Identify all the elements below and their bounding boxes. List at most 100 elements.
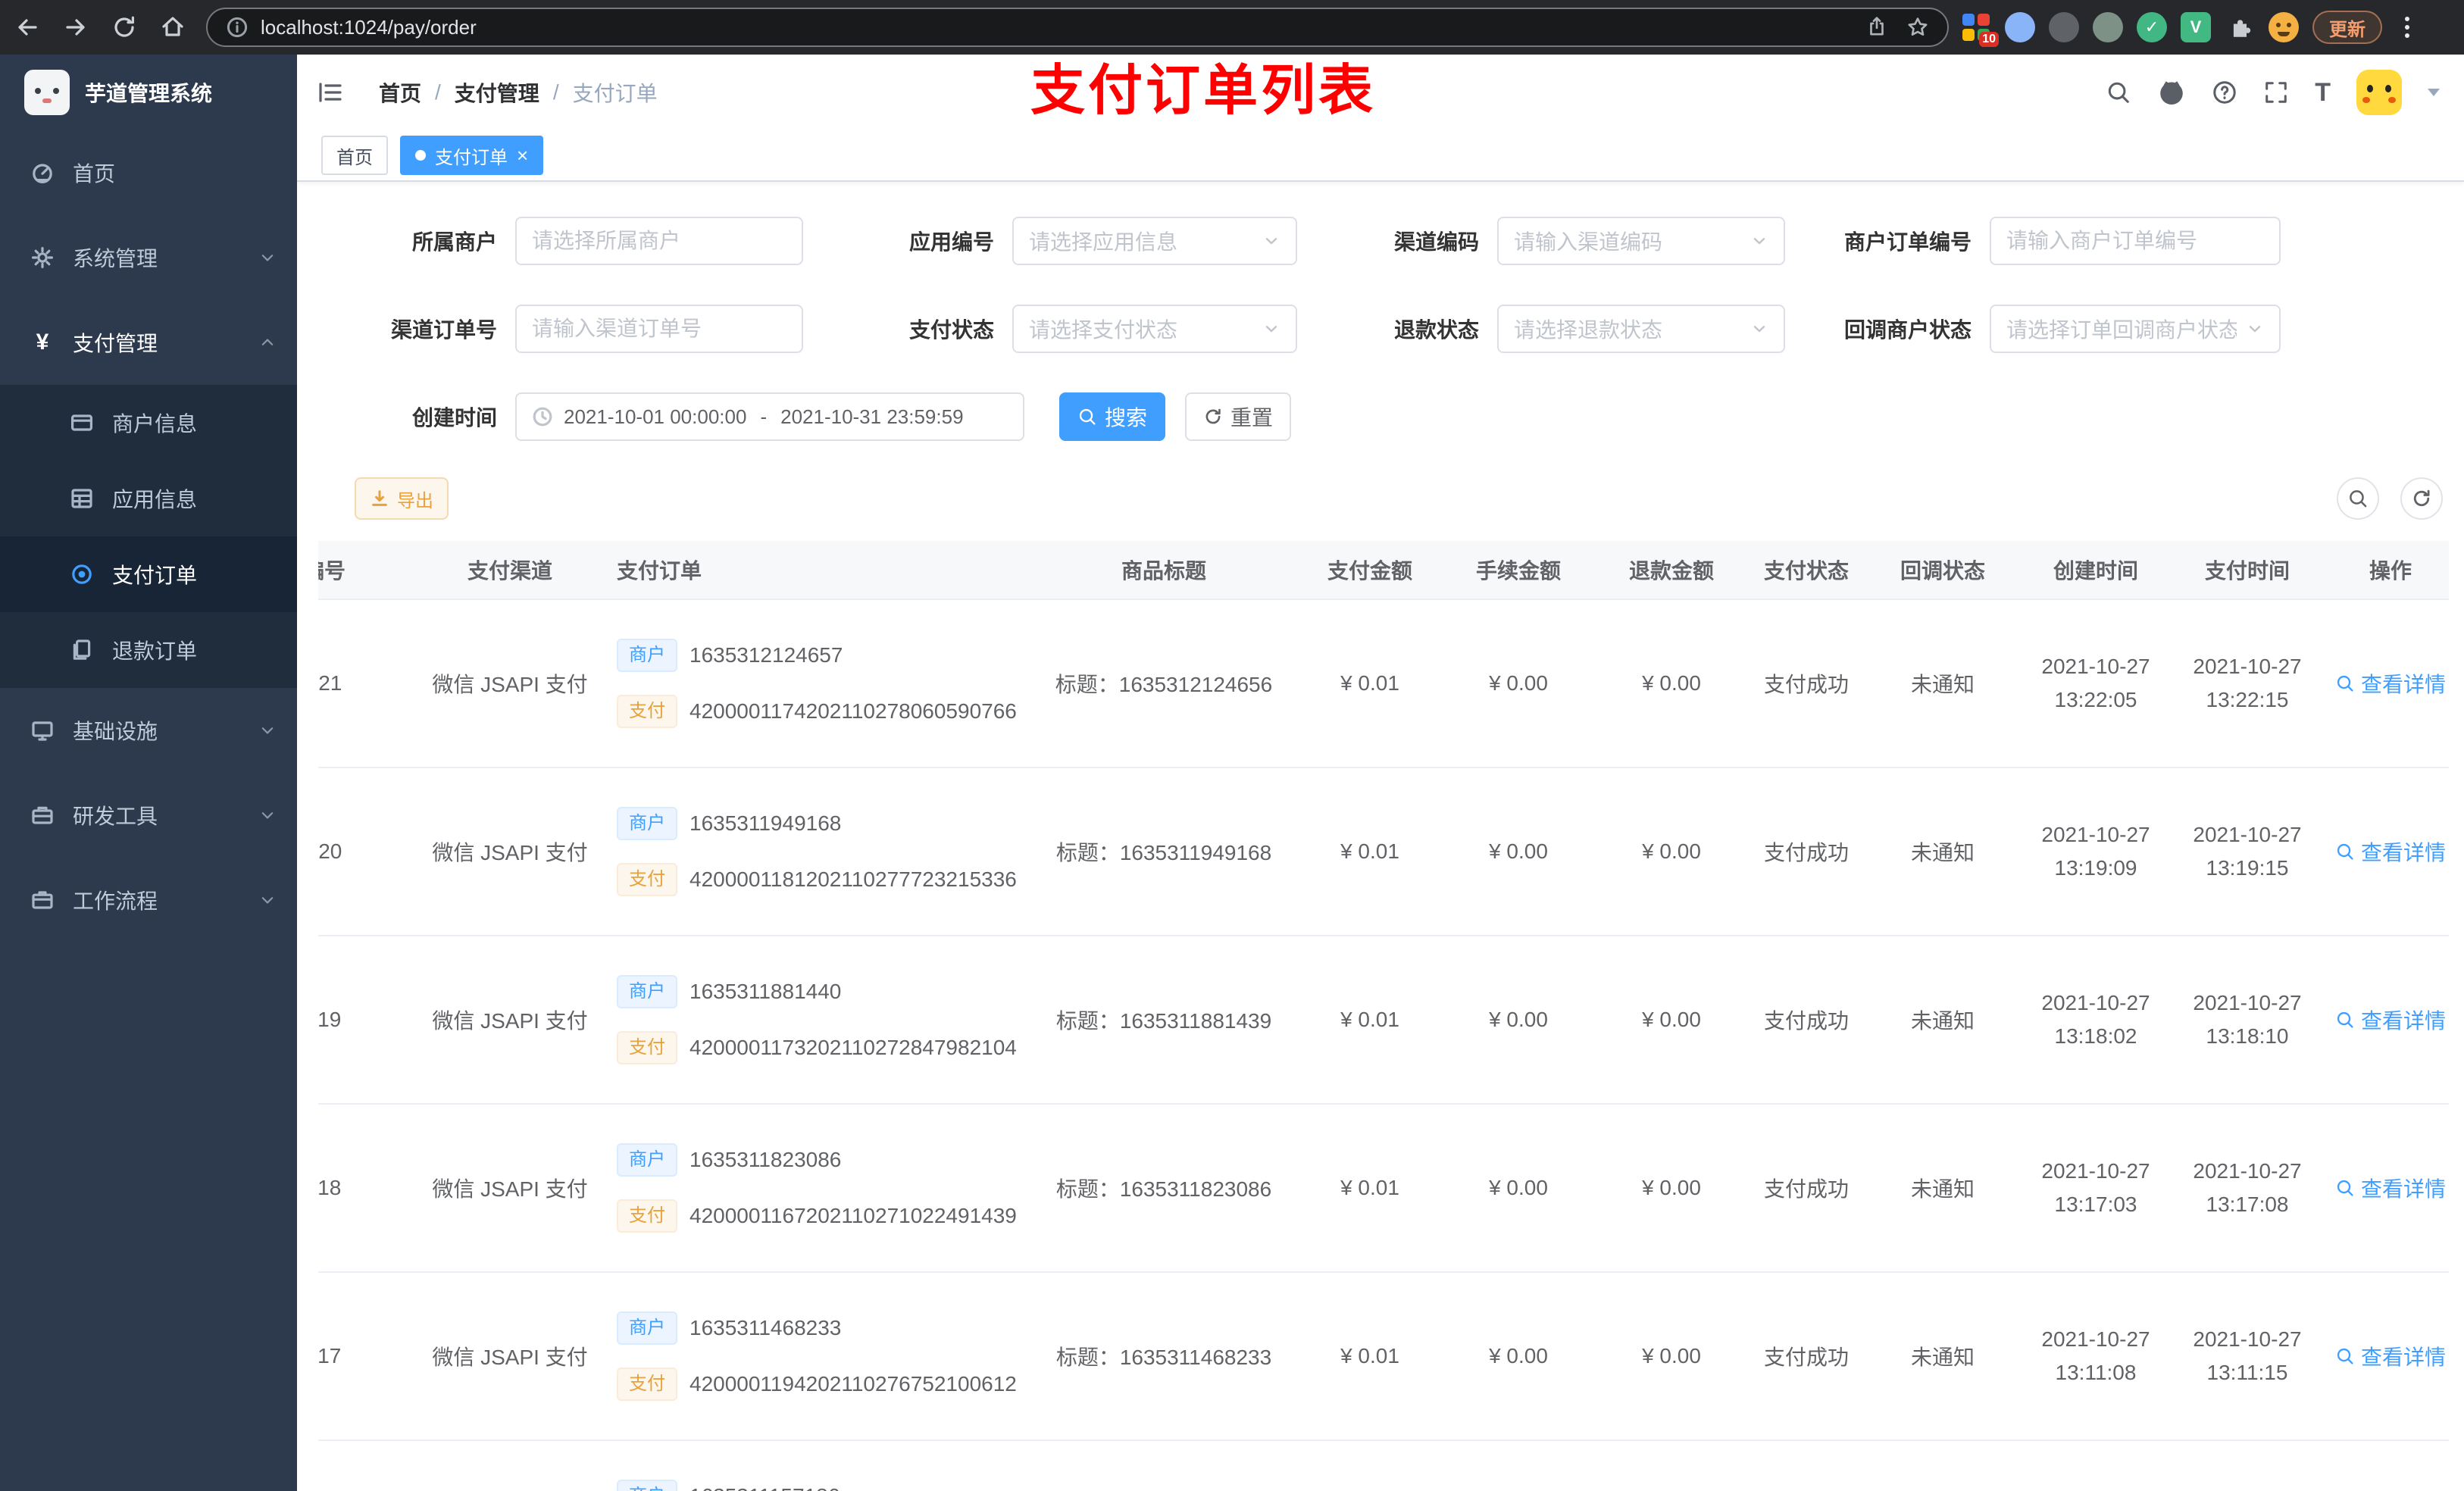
sidebar-item-app-info[interactable]: 应用信息 bbox=[0, 461, 297, 536]
view-detail-link[interactable]: 查看详情 bbox=[2335, 1341, 2446, 1371]
merchant-input[interactable] bbox=[515, 217, 803, 265]
breadcrumb-pay-management[interactable]: 支付管理 bbox=[455, 77, 539, 108]
tab-pay-order[interactable]: 支付订单 × bbox=[400, 136, 544, 175]
document-copy-icon bbox=[70, 638, 94, 662]
sidebar-item-infrastructure[interactable]: 基础设施 bbox=[0, 688, 297, 773]
merchant-order-input[interactable] bbox=[1990, 217, 2281, 265]
chevron-down-icon bbox=[259, 807, 276, 824]
channel-code-select[interactable]: 请输入渠道编码 bbox=[1497, 217, 1785, 265]
share-icon[interactable] bbox=[1865, 16, 1888, 39]
cell-channel: 微信 JSAPI 支付 bbox=[432, 1346, 588, 1369]
chevron-down-icon bbox=[1750, 232, 1768, 250]
pay-status-select[interactable]: 请选择支付状态 bbox=[1012, 305, 1297, 353]
app-logo bbox=[24, 70, 70, 115]
cell-channel: 微信 JSAPI 支付 bbox=[432, 841, 588, 864]
sidebar-item-home[interactable]: 首页 bbox=[0, 130, 297, 215]
filter-merchant: 所属商户 bbox=[315, 217, 803, 265]
avatar-caret-icon[interactable] bbox=[2428, 89, 2440, 96]
reset-button[interactable]: 重置 bbox=[1185, 392, 1291, 441]
browser-menu-icon[interactable] bbox=[2396, 17, 2419, 38]
cell-amount: ¥ 0.01 bbox=[1340, 1344, 1399, 1368]
sidebar-item-dev-tools[interactable]: 研发工具 bbox=[0, 773, 297, 858]
cell-refund: ¥ 0.00 bbox=[1642, 1008, 1701, 1031]
extension-badge: 10 bbox=[1979, 32, 1999, 47]
bookmark-star-icon[interactable] bbox=[1906, 16, 1929, 39]
extension-icon-vue-devtools[interactable]: ✓ bbox=[2137, 12, 2167, 42]
tab-home[interactable]: 首页 bbox=[321, 136, 388, 175]
pay-tag: 支付 bbox=[617, 1031, 677, 1064]
sidebar-item-merchant-info[interactable]: 商户信息 bbox=[0, 385, 297, 461]
cell-channel: 微信 JSAPI 支付 bbox=[432, 1177, 588, 1201]
cell-fee: ¥ 0.00 bbox=[1489, 1008, 1548, 1031]
date-range-picker[interactable]: 2021-10-01 00:00:00 - 2021-10-31 23:59:5… bbox=[515, 392, 1024, 441]
view-detail-link[interactable]: 查看详情 bbox=[2335, 668, 2446, 699]
extension-icon-colorgrid[interactable]: 10 bbox=[1961, 12, 1999, 47]
chevron-down-icon bbox=[259, 249, 276, 266]
browser-update-button[interactable]: 更新 bbox=[2312, 11, 2382, 44]
cell-pay-time: 2021-10-27 13:18:10 bbox=[2193, 991, 2302, 1048]
search-button[interactable]: 搜索 bbox=[1059, 392, 1165, 441]
browser-reload-button[interactable] bbox=[103, 6, 145, 48]
cell-action: 查看详情 bbox=[2315, 836, 2449, 867]
navbar-actions: T bbox=[2106, 70, 2464, 115]
cell-status: 支付成功 bbox=[1763, 841, 1849, 864]
cell-pay-time: 2021-10-27 13:19:15 bbox=[2193, 823, 2302, 880]
user-avatar[interactable] bbox=[2356, 70, 2402, 115]
site-info-icon[interactable] bbox=[226, 16, 249, 39]
sidebar-item-workflow[interactable]: 工作流程 bbox=[0, 858, 297, 942]
filter-pay-status: 支付状态 请选择支付状态 bbox=[812, 305, 1297, 353]
view-detail-link[interactable]: 查看详情 bbox=[2335, 1173, 2446, 1203]
cell-status: 支付成功 bbox=[1763, 1346, 1849, 1369]
sidebar-item-pay-management[interactable]: ¥ 支付管理 bbox=[0, 300, 297, 385]
top-navbar: 首页 / 支付管理 / 支付订单 T bbox=[297, 55, 2464, 130]
col-pay-time: 支付时间 bbox=[2204, 559, 2290, 583]
red-annotation-text: 支付订单列表 bbox=[1030, 61, 1377, 121]
breadcrumb-home[interactable]: 首页 bbox=[379, 77, 421, 108]
cell-status: 支付成功 bbox=[1763, 1009, 1849, 1033]
cell-fee: ¥ 0.00 bbox=[1489, 1176, 1548, 1199]
github-icon[interactable] bbox=[2157, 78, 2186, 107]
cell-refund: ¥ 0.00 bbox=[1642, 1176, 1701, 1199]
profile-avatar-icon[interactable] bbox=[2269, 12, 2299, 42]
fullscreen-icon[interactable] bbox=[2263, 80, 2289, 105]
tab-close-icon[interactable]: × bbox=[517, 145, 528, 165]
app-select[interactable]: 请选择应用信息 bbox=[1012, 217, 1297, 265]
channel-order-input[interactable] bbox=[515, 305, 803, 353]
refresh-table-button[interactable] bbox=[2400, 477, 2443, 520]
browser-home-button[interactable] bbox=[152, 6, 194, 48]
cell-notify: 未通知 bbox=[1910, 673, 1975, 696]
sidebar-item-pay-order[interactable]: 支付订单 bbox=[0, 536, 297, 612]
sidebar-item-refund-order[interactable]: 退款订单 bbox=[0, 612, 297, 688]
view-detail-link[interactable]: 查看详情 bbox=[2335, 836, 2446, 867]
browser-forward-button[interactable] bbox=[55, 6, 97, 48]
font-size-icon[interactable]: T bbox=[2315, 78, 2331, 108]
cell-fee: ¥ 0.00 bbox=[1489, 1344, 1548, 1368]
date-start-value: 2021-10-01 00:00:00 bbox=[564, 405, 747, 428]
url-text: localhost:1024/pay/order bbox=[261, 15, 477, 39]
cell-create-time: 2021-10-27 13:18:02 bbox=[2041, 991, 2150, 1048]
export-button[interactable]: 导出 bbox=[355, 477, 449, 520]
extension-icon-slate[interactable] bbox=[2093, 12, 2123, 42]
monitor-icon bbox=[30, 718, 55, 742]
notify-status-select[interactable]: 请选择订单回调商户状态 bbox=[1990, 305, 2281, 353]
cell-id: 120 bbox=[318, 839, 342, 863]
url-bar[interactable]: localhost:1024/pay/order bbox=[206, 8, 1949, 47]
browser-back-button[interactable] bbox=[6, 6, 48, 48]
search-icon[interactable] bbox=[2106, 80, 2131, 105]
toggle-search-button[interactable] bbox=[2337, 477, 2379, 520]
table-row: 118 微信 JSAPI 支付 商户1635311823086 支付420000… bbox=[318, 1105, 2449, 1273]
cell-id: 121 bbox=[318, 671, 342, 695]
sidebar-fold-icon[interactable] bbox=[315, 77, 346, 108]
cell-amount: ¥ 0.01 bbox=[1340, 671, 1399, 695]
table-row: 121 微信 JSAPI 支付 商户1635312124657 支付420000… bbox=[318, 600, 2449, 768]
view-detail-link[interactable]: 查看详情 bbox=[2335, 1005, 2446, 1035]
extension-icon-blue[interactable] bbox=[2005, 12, 2035, 42]
cell-action: 查看详情 bbox=[2315, 668, 2449, 699]
sidebar-item-system[interactable]: 系统管理 bbox=[0, 215, 297, 300]
extensions-puzzle-icon[interactable] bbox=[2225, 12, 2255, 42]
browser-window: localhost:1024/pay/order 10 ✓ V 更新 芋道管理系… bbox=[0, 0, 2464, 1491]
question-icon[interactable] bbox=[2212, 80, 2237, 105]
extension-icon-green-square[interactable]: V bbox=[2181, 12, 2211, 42]
extension-icon-gray[interactable] bbox=[2049, 12, 2079, 42]
refund-status-select[interactable]: 请选择退款状态 bbox=[1497, 305, 1785, 353]
